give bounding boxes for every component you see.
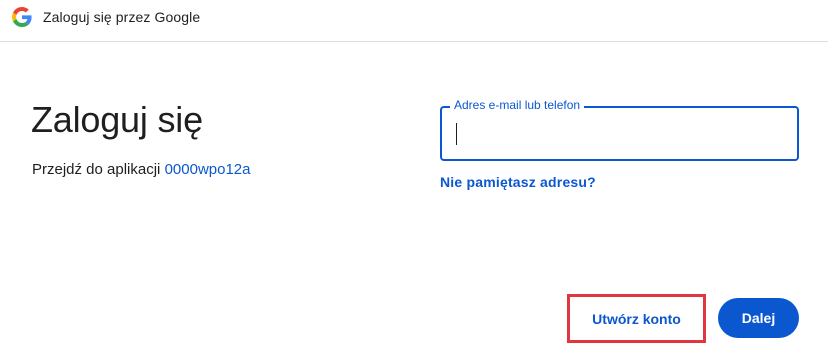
text-caret [456, 123, 457, 145]
header-title: Zaloguj się przez Google [43, 9, 201, 25]
forgot-email-link[interactable]: Nie pamiętasz adresu? [440, 174, 596, 190]
email-field[interactable] [454, 118, 784, 150]
app-name-link[interactable]: 0000wpo12a [165, 161, 251, 178]
dialog-header: Zaloguj się przez Google [0, 0, 828, 42]
email-field-container[interactable] [440, 106, 799, 161]
subtitle: Przejdź do aplikacji 0000wpo12a [32, 161, 251, 178]
email-field-label: Adres e-mail lub telefon [450, 98, 585, 112]
subtitle-prefix: Przejdź do aplikacji [32, 161, 161, 178]
google-signin-dialog: Zaloguj się przez Google Zaloguj się Prz… [0, 0, 828, 360]
page-title: Zaloguj się [31, 99, 203, 140]
next-button[interactable]: Dalej [718, 298, 799, 338]
create-account-button[interactable]: Utwórz konto [578, 302, 695, 336]
google-g-icon [12, 7, 32, 27]
